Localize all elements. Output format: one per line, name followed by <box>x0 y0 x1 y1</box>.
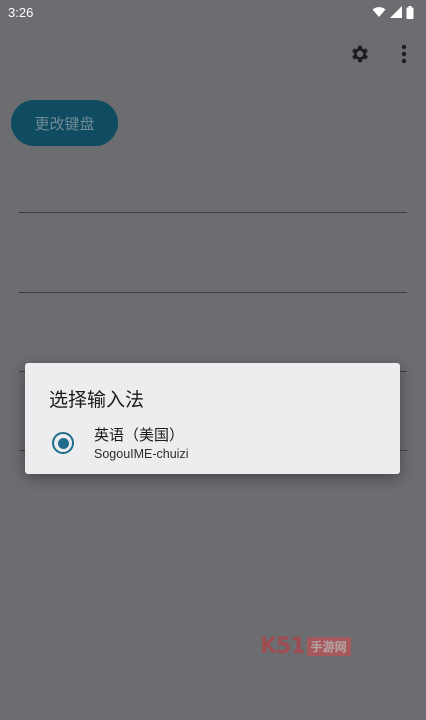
option-subtitle: SogouIME-chuizi <box>94 447 189 461</box>
more-vert-icon <box>401 44 407 68</box>
signal-icon <box>390 6 402 18</box>
settings-button[interactable] <box>348 44 372 68</box>
text-field-underline-2[interactable] <box>19 292 407 293</box>
status-icons <box>372 5 414 19</box>
text-field-underline-1[interactable] <box>19 212 407 213</box>
radio-dot-icon <box>57 437 69 449</box>
radio-button-selected[interactable] <box>52 432 74 454</box>
status-bar: 3:26 <box>0 0 426 24</box>
dialog-title: 选择输入法 <box>49 389 145 411</box>
watermark-text: K51 <box>260 634 306 659</box>
more-options-button[interactable] <box>392 44 416 68</box>
battery-icon <box>406 5 414 19</box>
input-method-dialog: 选择输入法 英语（美国） SogouIME-chuizi <box>25 363 400 474</box>
action-bar <box>348 44 416 68</box>
status-time: 3:26 <box>8 4 34 20</box>
change-keyboard-button[interactable]: 更改键盘 <box>11 100 118 146</box>
watermark-badge: 手游网 <box>306 637 351 656</box>
input-method-option[interactable]: 英语（美国） SogouIME-chuizi <box>25 419 400 469</box>
wifi-icon <box>372 6 386 18</box>
watermark-logo: K51 手游网 <box>260 634 351 659</box>
gear-icon <box>349 43 371 69</box>
option-label: 英语（美国） <box>94 426 185 444</box>
